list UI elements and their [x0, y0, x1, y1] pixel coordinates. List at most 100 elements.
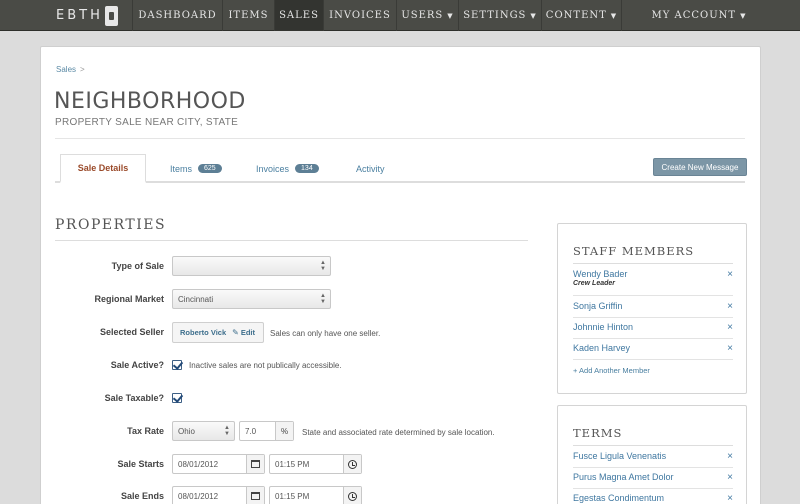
- breadcrumb: Sales >: [56, 65, 85, 74]
- logo-text: EBTH: [56, 8, 103, 23]
- sale-ends-time-value: 01:15 PM: [275, 491, 310, 501]
- sale-starts-label: Sale Starts: [117, 459, 164, 469]
- regional-market-label: Regional Market: [94, 294, 164, 304]
- select-arrows-icon: ▲ ▼: [320, 293, 326, 305]
- regional-market-select[interactable]: Cincinnati ▲ ▼: [172, 289, 331, 309]
- nav-settings-label: SETTINGS: [463, 10, 527, 21]
- add-another-member-link[interactable]: + Add Another Member: [573, 366, 650, 375]
- page-subtitle: PROPERTY SALE NEAR CITY, STATE: [55, 117, 239, 128]
- tax-rate-help-text: State and associated rate determined by …: [302, 428, 495, 437]
- staff-members-heading: STAFF MEMBERS: [573, 244, 695, 258]
- page-title: NEIGHBORHOOD: [54, 89, 246, 114]
- staff-member-name[interactable]: Johnnie Hinton: [573, 322, 633, 332]
- chevron-down-icon: ▼: [610, 11, 618, 20]
- clock-icon[interactable]: [343, 487, 361, 504]
- edit-icon: ✎: [232, 328, 239, 337]
- selected-seller-label: Selected Seller: [99, 327, 164, 337]
- sale-active-label: Sale Active?: [110, 360, 164, 370]
- remove-icon[interactable]: ×: [727, 269, 733, 280]
- nav-settings[interactable]: SETTINGS ▼: [458, 0, 541, 31]
- regional-market-value: Cincinnati: [178, 294, 214, 304]
- sale-ends-time-input[interactable]: 01:15 PM: [269, 486, 362, 504]
- tax-state-value: Ohio: [178, 426, 195, 436]
- items-count-badge: 625: [198, 164, 222, 173]
- nav-users[interactable]: USERS ▼: [396, 0, 458, 31]
- tax-rate-label: Tax Rate: [127, 426, 164, 436]
- chevron-down-icon: ▼: [447, 11, 454, 20]
- nav-items[interactable]: ITEMS: [222, 0, 274, 31]
- clock-icon[interactable]: [343, 455, 361, 473]
- terms-card: TERMS Fusce Ligula Venenatis × Purus Mag…: [557, 405, 747, 504]
- sale-ends-date-input[interactable]: 08/01/2012: [172, 486, 265, 504]
- row-divider: [573, 317, 733, 318]
- sale-active-help-text: Inactive sales are not publically access…: [189, 361, 342, 370]
- tab-sale-details[interactable]: Sale Details: [60, 154, 146, 183]
- title-divider: [55, 138, 745, 139]
- invoices-count-badge: 134: [295, 164, 319, 173]
- nav-content-label: CONTENT: [545, 10, 607, 21]
- row-divider: [573, 338, 733, 339]
- sale-starts-date-input[interactable]: 08/01/2012: [172, 454, 265, 474]
- sale-starts-time-value: 01:15 PM: [275, 459, 310, 469]
- top-navigation: EBTH DASHBOARD ITEMS SALES INVOICES USER…: [0, 0, 800, 31]
- nav-users-label: USERS: [401, 10, 444, 21]
- main-panel: Sales > NEIGHBORHOOD PROPERTY SALE NEAR C…: [40, 46, 761, 504]
- breadcrumb-sales-link[interactable]: Sales: [56, 65, 76, 74]
- sale-ends-label: Sale Ends: [120, 491, 164, 501]
- terms-heading: TERMS: [573, 426, 623, 440]
- remove-icon[interactable]: ×: [727, 301, 733, 312]
- nav-content[interactable]: CONTENT ▼: [541, 0, 622, 31]
- tab-invoices[interactable]: Invoices 134: [256, 155, 319, 182]
- chevron-down-icon: ▼: [740, 11, 747, 20]
- remove-icon[interactable]: ×: [727, 451, 733, 462]
- selected-seller-chip[interactable]: Roberto Vick ✎ Edit: [172, 322, 264, 343]
- staff-member-name[interactable]: Sonja Griffin: [573, 301, 622, 311]
- remove-icon[interactable]: ×: [727, 472, 733, 483]
- nav-dashboard[interactable]: DASHBOARD: [132, 0, 222, 31]
- terms-divider: [573, 445, 733, 446]
- type-of-sale-select[interactable]: ▲ ▼: [172, 256, 331, 276]
- seller-help-text: Sales can only have one seller.: [270, 329, 381, 338]
- properties-heading: PROPERTIES: [55, 217, 167, 233]
- staff-members-divider: [573, 263, 733, 264]
- staff-members-card: STAFF MEMBERS Wendy Bader Crew Leader × …: [557, 223, 747, 394]
- sale-active-checkbox[interactable]: [172, 360, 182, 370]
- tax-rate-input[interactable]: 7.0 %: [239, 421, 294, 441]
- row-divider: [573, 295, 733, 296]
- nav-my-account-label: MY ACCOUNT: [651, 10, 737, 21]
- select-arrows-icon: ▲ ▼: [224, 425, 230, 437]
- create-new-message-button[interactable]: Create New Message: [653, 158, 747, 176]
- remove-icon[interactable]: ×: [727, 493, 733, 504]
- select-arrows-icon: ▲ ▼: [320, 260, 326, 272]
- staff-member-name[interactable]: Kaden Harvey: [573, 343, 630, 353]
- nav-invoices[interactable]: INVOICES: [323, 0, 396, 31]
- term-name[interactable]: Fusce Ligula Venenatis: [573, 451, 666, 461]
- row-divider: [573, 359, 733, 360]
- logo[interactable]: EBTH: [0, 0, 132, 31]
- term-item: Egestas Condimentum ×: [573, 493, 733, 504]
- row-divider: [573, 488, 733, 489]
- tab-activity[interactable]: Activity: [356, 155, 385, 182]
- breadcrumb-separator: >: [80, 65, 85, 74]
- nav-my-account[interactable]: MY ACCOUNT ▼: [640, 0, 758, 31]
- staff-member-item: Wendy Bader Crew Leader ×: [573, 269, 733, 287]
- calendar-icon[interactable]: [246, 455, 264, 473]
- seller-edit-link[interactable]: Edit: [241, 328, 255, 337]
- term-name[interactable]: Purus Magna Amet Dolor: [573, 472, 674, 482]
- logo-mark-icon: [104, 5, 118, 26]
- tab-items[interactable]: Items 625: [170, 155, 222, 182]
- staff-member-item: Sonja Griffin ×: [573, 301, 733, 312]
- tax-state-select[interactable]: Ohio ▲ ▼: [172, 421, 235, 441]
- term-name[interactable]: Egestas Condimentum: [573, 493, 664, 503]
- remove-icon[interactable]: ×: [727, 322, 733, 333]
- staff-member-item: Kaden Harvey ×: [573, 343, 733, 354]
- nav-sales[interactable]: SALES: [274, 0, 323, 31]
- staff-member-name[interactable]: Wendy Bader: [573, 269, 627, 279]
- staff-member-item: Johnnie Hinton ×: [573, 322, 733, 333]
- sale-starts-time-input[interactable]: 01:15 PM: [269, 454, 362, 474]
- sale-starts-date-value: 08/01/2012: [178, 459, 219, 469]
- calendar-icon[interactable]: [246, 487, 264, 504]
- remove-icon[interactable]: ×: [727, 343, 733, 354]
- sale-taxable-checkbox[interactable]: [172, 393, 182, 403]
- type-of-sale-label: Type of Sale: [111, 261, 164, 271]
